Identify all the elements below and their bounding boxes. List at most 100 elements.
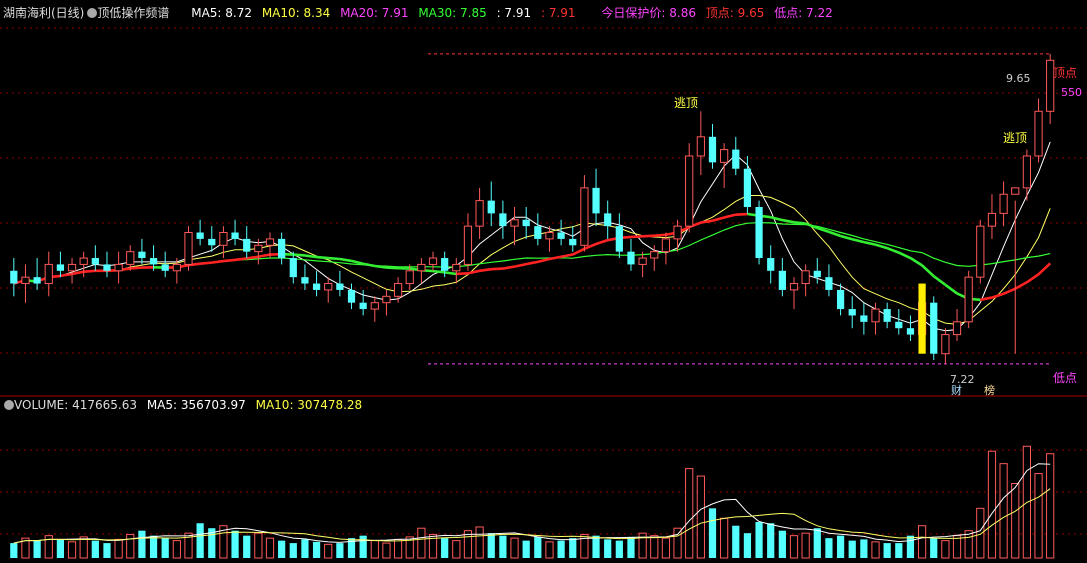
volume-bar-down (312, 541, 321, 558)
volume-bar-up (673, 527, 682, 559)
candle-body-up (638, 257, 647, 265)
trend-segment (456, 272, 469, 276)
trend-segment (932, 275, 947, 286)
trend-segment (234, 257, 247, 262)
volume-bar-down (732, 525, 740, 558)
stock-chart[interactable]: 逃顶 逃顶 9.65 顶点 550 低点 7.22 财 榜 (0, 0, 1087, 563)
volume-bar-up (1046, 453, 1055, 559)
candle-body-up (382, 295, 391, 304)
candle-body-down (569, 238, 577, 246)
trend-segment (595, 238, 609, 246)
volume-bar-up (452, 540, 461, 559)
grid-lines (0, 27, 1087, 535)
volume-bar-up (67, 541, 77, 559)
volume-bar-down (289, 543, 297, 558)
trend-segment (83, 269, 96, 274)
volume-bar-down (231, 530, 239, 558)
trend-segment (374, 264, 387, 269)
candle-body-up (510, 219, 519, 227)
top-point-label: 顶点 (1053, 66, 1077, 80)
volume-bar-up (1034, 473, 1043, 559)
trend-segment (898, 251, 911, 260)
candle-body-up (370, 302, 379, 310)
candle-body-down (56, 264, 65, 271)
volume-bar-down (767, 523, 775, 558)
finance-marker[interactable]: 财 (951, 383, 962, 397)
volume-bar-down (499, 535, 507, 558)
trend-segment (467, 269, 480, 275)
candle-body-down (33, 277, 41, 284)
candle-body-down (930, 302, 938, 354)
candle-body-down (615, 226, 623, 252)
volume-bar-down (592, 535, 600, 558)
volume-bar-down (813, 528, 821, 558)
candle-body-down (813, 270, 821, 278)
trend-segment (572, 247, 585, 256)
volume-bar-down (604, 539, 612, 558)
trend-segment (71, 270, 84, 276)
trend-segment (782, 218, 795, 224)
candle-body-down (732, 149, 740, 169)
candle-body-up (126, 251, 135, 265)
volume-bar-down (336, 543, 344, 558)
volume-bar-down (743, 533, 752, 558)
ma-line-ma10 (13, 195, 1051, 325)
candle-body-up (952, 321, 962, 336)
trend-segment (328, 256, 340, 261)
moving-average-layer (13, 141, 1052, 332)
candle-body-down (534, 226, 542, 239)
volume-bar-down (359, 535, 367, 558)
volume-bar-down (883, 543, 891, 558)
candle-body-up (987, 212, 997, 227)
trend-segment (735, 212, 748, 216)
candle-body-down (149, 258, 158, 265)
candle-body-up (184, 232, 193, 265)
candle-body-up (393, 283, 403, 297)
volume-bar-down (615, 540, 623, 558)
volume-bar-up (941, 540, 950, 559)
rank-marker[interactable]: 榜 (984, 383, 995, 397)
candle-body-down (627, 251, 635, 265)
volume-bar-down (149, 535, 158, 558)
trend-segment (921, 264, 935, 278)
candle-body-up (219, 232, 228, 246)
candle-body-down (743, 168, 752, 207)
candle-body-down (825, 277, 833, 290)
volume-bar-up (417, 527, 426, 559)
candle-body-up (650, 251, 659, 259)
trend-segment (432, 269, 445, 274)
candle-body-up (475, 200, 484, 227)
candle-body-down (359, 302, 367, 310)
candle-body-down (301, 277, 309, 284)
volume-bar-up (1011, 483, 1020, 559)
volume-bar-down (860, 539, 868, 558)
volume-bar-up (789, 535, 799, 559)
candle-body-down (860, 315, 868, 322)
candle-body-up (545, 232, 554, 240)
trend-segment (642, 234, 655, 238)
volume-bar-down (848, 540, 856, 558)
trend-segment (654, 233, 667, 238)
low-point-label: 低点 (1053, 371, 1077, 385)
candle-body-up (79, 257, 88, 265)
trend-segment (60, 272, 73, 278)
volume-bar-up (79, 536, 88, 559)
trend-segment (444, 271, 457, 276)
candle-body-up (405, 270, 414, 285)
trend-segment (479, 267, 492, 273)
candle-body-down (441, 258, 449, 271)
escape-label-1: 逃顶 (674, 96, 698, 110)
trend-segment (211, 259, 224, 264)
volume-bar-up (685, 468, 694, 559)
volume-bar-up (254, 532, 263, 559)
candle-body-up (871, 308, 880, 323)
annotation-layer: 逃顶 逃顶 9.65 顶点 550 低点 7.22 财 榜 (674, 66, 1082, 397)
volume-bar-up (265, 537, 275, 559)
candle-body-up (67, 263, 77, 272)
trend-segment (863, 240, 876, 246)
volume-bar-down (627, 536, 635, 558)
volume-bar-up (510, 537, 519, 559)
volume-bar-down (138, 530, 146, 558)
volume-bar-up (370, 540, 379, 559)
candle-body-up (661, 238, 671, 253)
